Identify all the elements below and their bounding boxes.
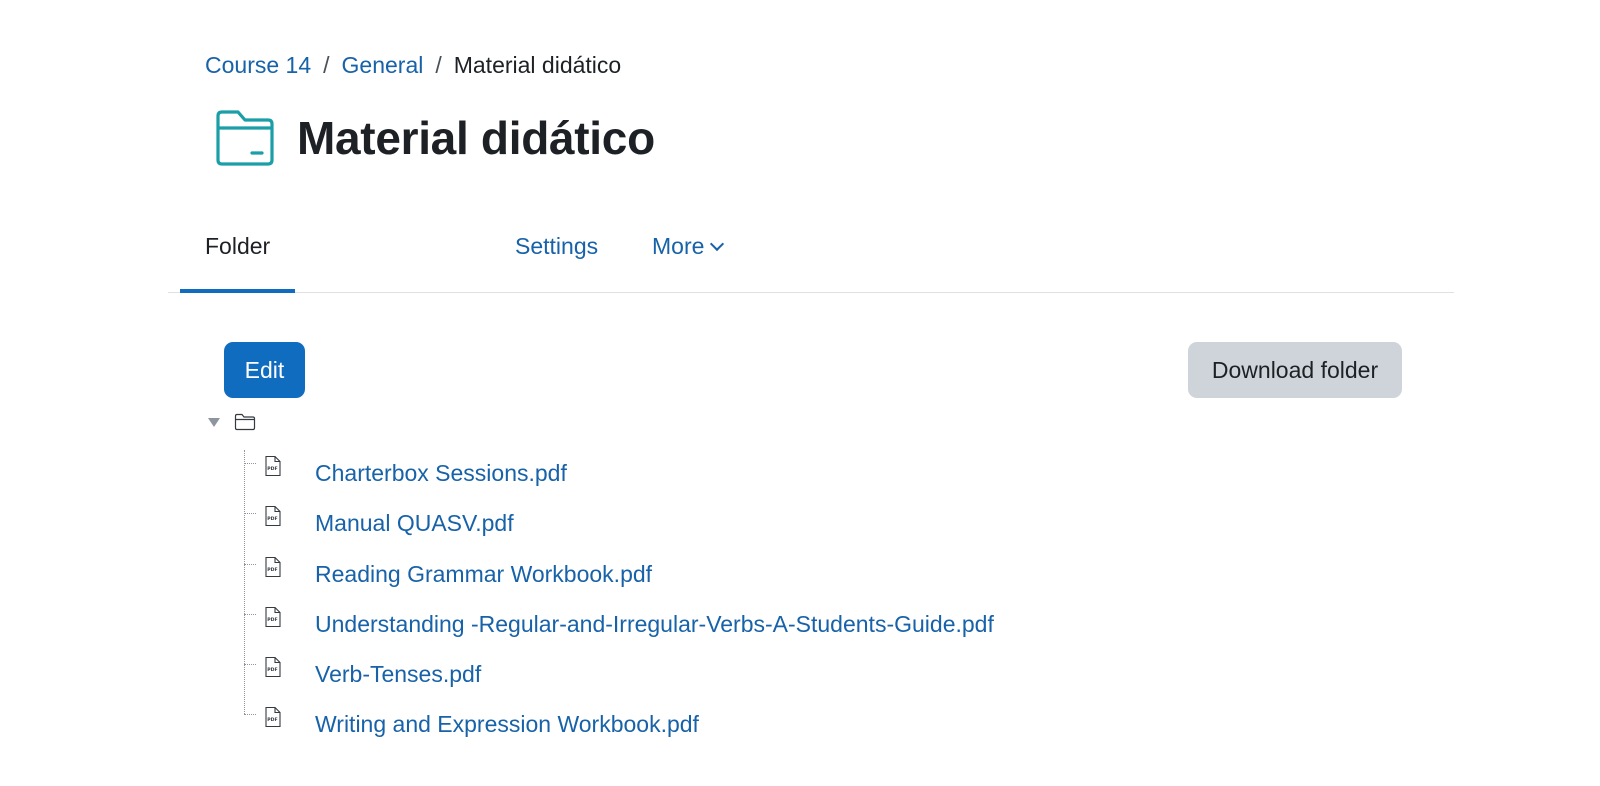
svg-text:PDF: PDF	[267, 567, 277, 573]
folder-page: Course 14 / General / Material didático Mate…	[0, 0, 1600, 786]
svg-text:PDF: PDF	[267, 667, 277, 673]
tab-folder-label: Folder	[205, 233, 271, 259]
tree-collapse-toggle[interactable]	[208, 417, 220, 427]
breadcrumb-current: Material didático	[453, 52, 622, 78]
file-link[interactable]: Manual QUASV.pdf	[315, 508, 514, 538]
edit-button[interactable]: Edit	[224, 342, 305, 398]
file-link[interactable]: Charterbox Sessions.pdf	[315, 458, 567, 488]
pdf-icon: PDF	[265, 707, 281, 728]
tab-settings[interactable]: Settings	[515, 212, 598, 292]
breadcrumb-separator: /	[323, 52, 330, 78]
folder-icon	[216, 110, 274, 166]
page-header: Material didático	[212, 108, 655, 168]
svg-text:PDF: PDF	[267, 516, 277, 522]
download-folder-button[interactable]: Download folder	[1188, 342, 1402, 398]
pdf-icon: PDF	[265, 455, 281, 477]
pdf-icon: PDF	[265, 606, 281, 627]
page-title: Material didático	[297, 112, 655, 164]
file-link[interactable]: Reading Grammar Workbook.pdf	[315, 559, 652, 589]
tree-branch	[244, 513, 256, 515]
breadcrumb-separator: /	[435, 52, 442, 78]
pdf-icon: PDF	[265, 556, 281, 577]
pdf-icon: PDF	[265, 506, 281, 527]
tab-more-label: More	[652, 233, 705, 259]
tree-connector-line	[244, 450, 245, 714]
file-link[interactable]: Verb-Tenses.pdf	[315, 659, 481, 689]
tree-root	[208, 413, 256, 431]
tree-branch	[244, 613, 256, 615]
folder-icon	[234, 413, 256, 431]
secondary-navigation: Folder Settings More	[168, 212, 1454, 293]
tab-more[interactable]: More	[652, 212, 725, 292]
pdf-icon: PDF	[265, 657, 281, 678]
tree-branch	[244, 664, 256, 666]
tab-settings-label: Settings	[515, 233, 599, 259]
svg-text:PDF: PDF	[267, 617, 277, 623]
chevron-down-icon	[710, 236, 725, 252]
file-link[interactable]: Writing and Expression Workbook.pdf	[315, 709, 699, 739]
breadcrumb-section-link[interactable]: General	[342, 52, 424, 78]
svg-text:PDF: PDF	[267, 466, 277, 472]
tree-branch	[244, 714, 256, 716]
tree-branch	[244, 563, 256, 565]
tree-branch	[244, 463, 256, 464]
breadcrumb-course-link[interactable]: Course 14	[205, 52, 311, 78]
file-link[interactable]: Understanding -Regular-and-Irregular-Ver…	[315, 609, 994, 639]
tab-folder[interactable]: Folder	[180, 212, 296, 293]
svg-text:PDF: PDF	[267, 717, 277, 723]
breadcrumb: Course 14 / General / Material didático	[205, 50, 621, 80]
